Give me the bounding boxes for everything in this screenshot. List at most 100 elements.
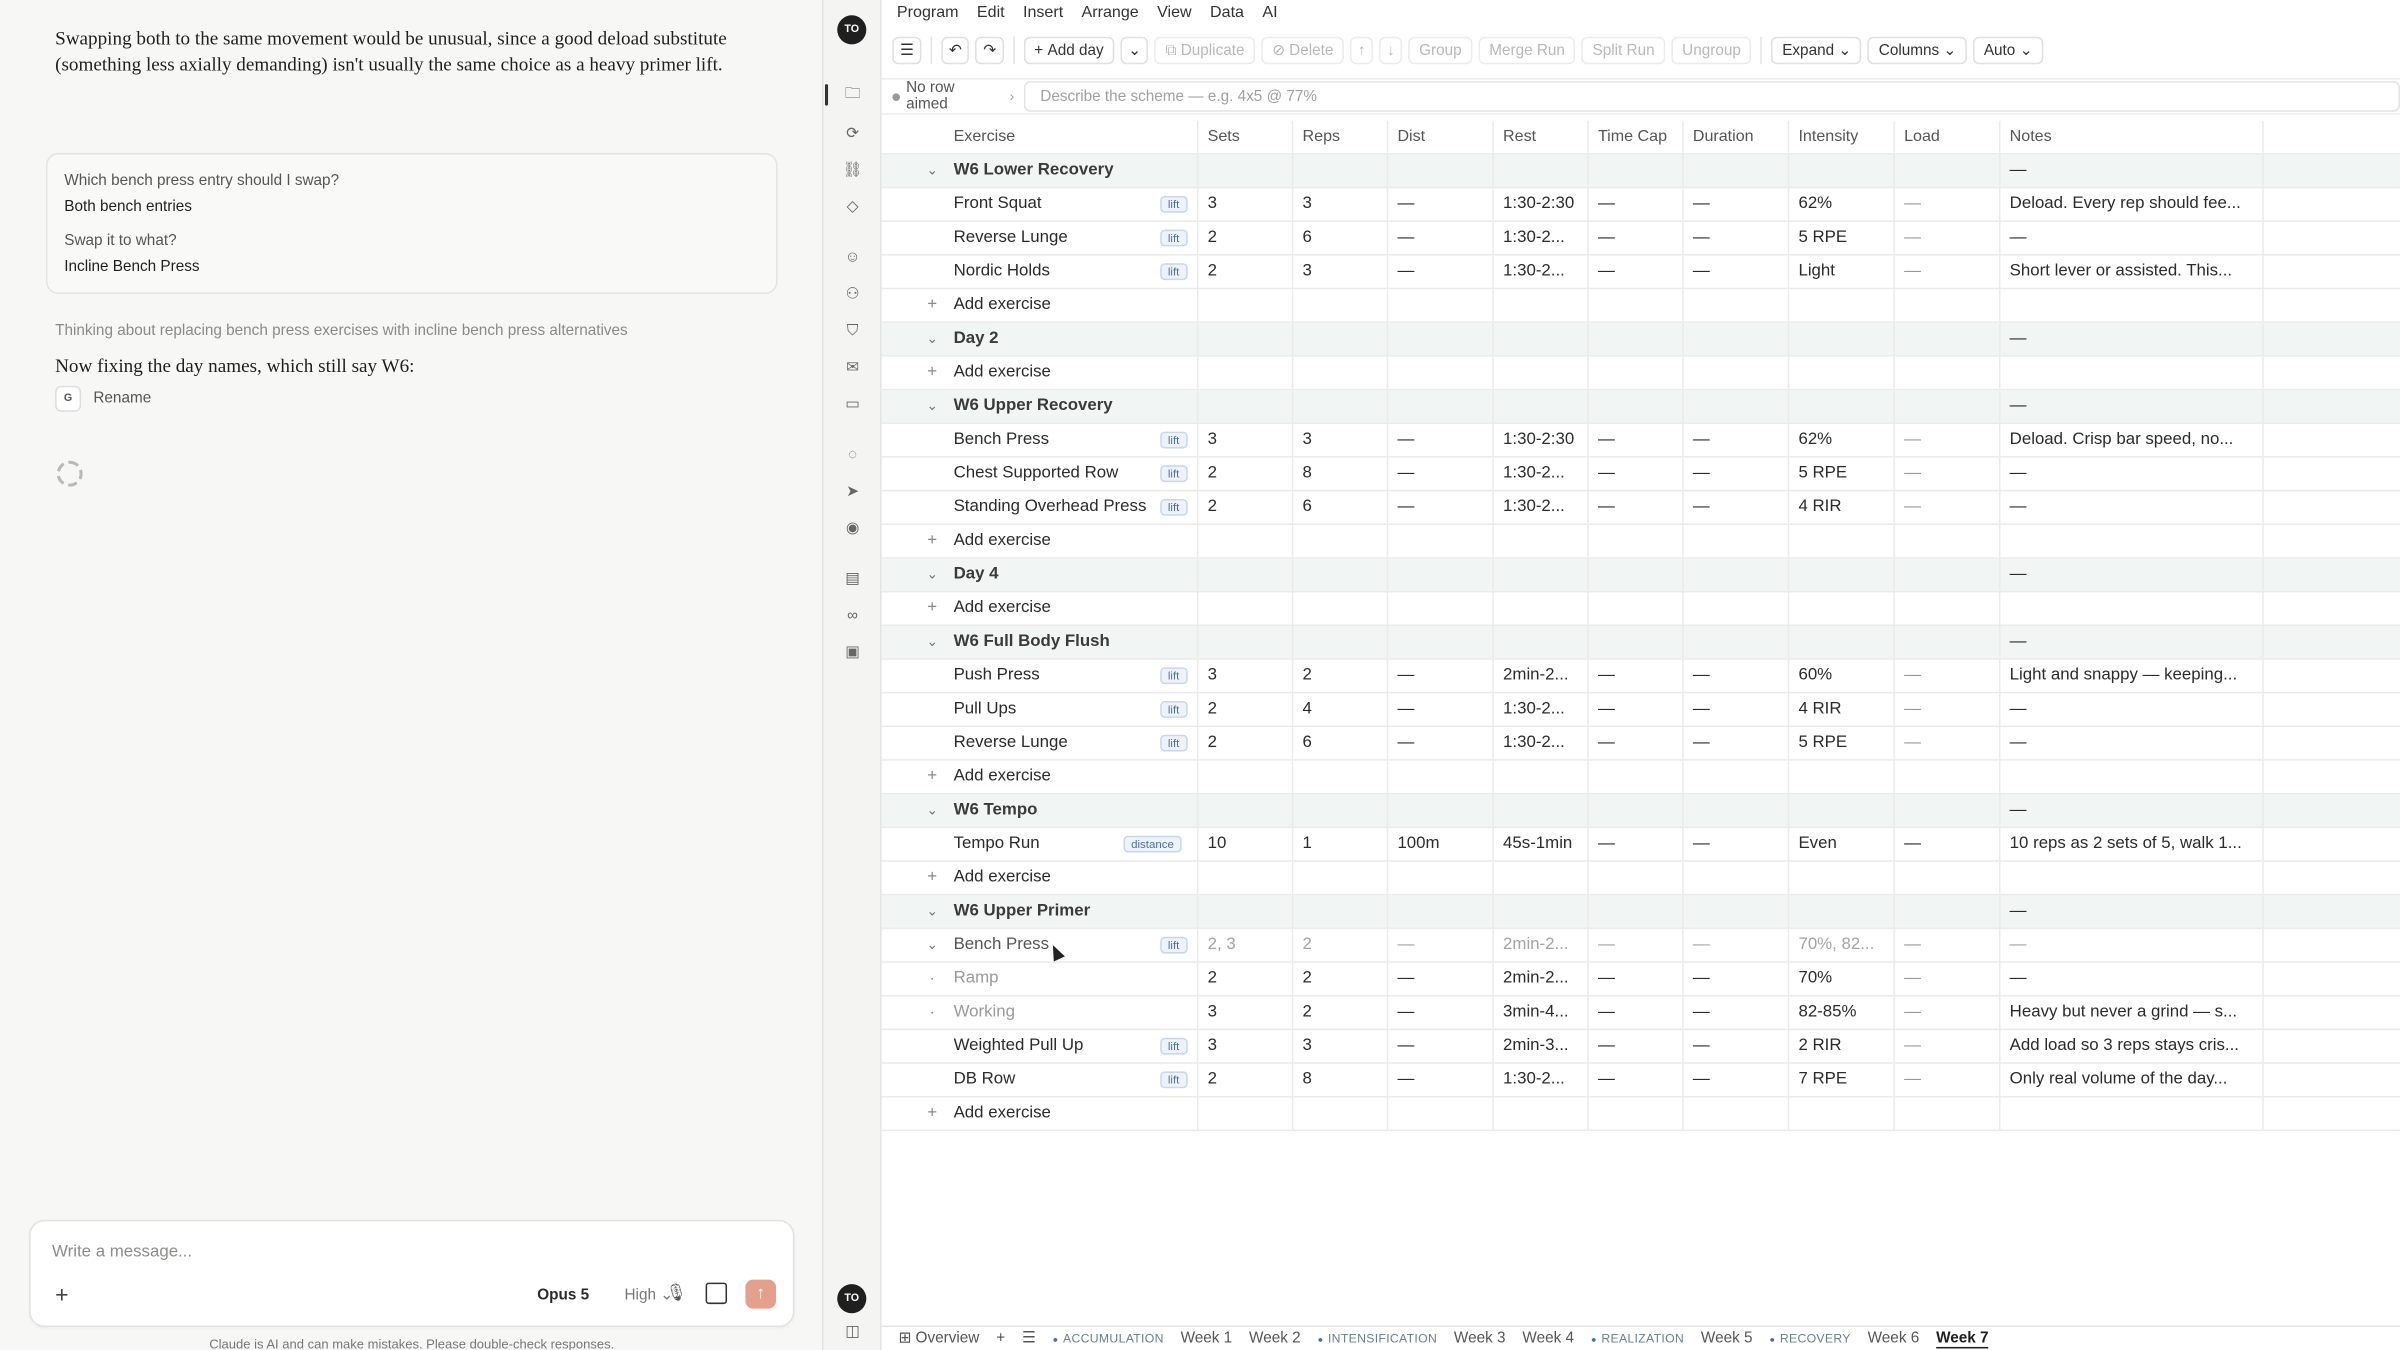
day-name[interactable]: W6 Full Body Flush (954, 632, 1110, 650)
tab-list-icon[interactable]: ☰ (1022, 1330, 1036, 1347)
add-exercise-row[interactable]: + Add exercise (881, 592, 2400, 627)
empty-cell[interactable] (1386, 390, 1494, 423)
empty-cell[interactable] (1682, 861, 1789, 894)
empty-cell[interactable] (1291, 895, 1388, 928)
day-row[interactable]: ⌄ Day 4 — (881, 558, 2400, 593)
rest-cell[interactable]: 2min-2... (1492, 659, 1588, 692)
notes-cell[interactable]: Add load so 3 reps stays cris... (1998, 1030, 2264, 1063)
reps-cell[interactable]: 2 (1291, 996, 1388, 1029)
reps-cell[interactable]: 8 (1291, 457, 1388, 490)
exercise-name[interactable]: Front Squat (954, 194, 1042, 212)
dist-cell[interactable]: — (1386, 491, 1494, 524)
menu-arrange[interactable]: Arrange (1082, 2, 1139, 20)
load-cell[interactable]: — (1893, 996, 2000, 1029)
empty-cell[interactable] (1682, 154, 1789, 187)
empty-cell[interactable] (1893, 524, 2000, 558)
column-header-rest[interactable]: Rest (1492, 120, 1588, 154)
empty-cell[interactable] (1196, 390, 1293, 423)
empty-cell[interactable] (1787, 794, 1895, 827)
plus-icon[interactable]: + (882, 289, 952, 321)
rest-cell[interactable]: 2min-2... (1492, 962, 1588, 995)
empty-cell[interactable] (1196, 558, 1293, 591)
dist-cell[interactable]: — (1386, 693, 1494, 726)
day-name[interactable]: W6 Upper Primer (954, 902, 1091, 920)
empty-cell[interactable] (1893, 322, 2000, 356)
exercise-row[interactable]: Front Squat lift 3 3—1:30-2:30— —62% — Deload.… (881, 188, 2400, 222)
empty-cell[interactable] (1492, 154, 1588, 187)
day-row[interactable]: ⌄ W6 Upper Recovery — (881, 390, 2400, 424)
notes-cell[interactable]: — (1998, 558, 2264, 591)
empty-cell[interactable] (1291, 861, 1388, 894)
notes-cell[interactable]: — (1998, 895, 2264, 928)
merge-run-button[interactable]: Merge Run (1478, 36, 1576, 65)
reps-cell[interactable]: 8 (1291, 1063, 1388, 1096)
add-attachment-icon[interactable]: + (55, 1283, 68, 1309)
empty-cell[interactable] (1787, 558, 1895, 591)
empty-cell[interactable] (1587, 390, 1683, 423)
empty-cell[interactable] (1682, 289, 1789, 322)
empty-cell[interactable] (1492, 1097, 1588, 1130)
exercise-cell[interactable]: Day 4 (952, 559, 1198, 591)
intensity-cell[interactable]: 82-85% (1787, 996, 1895, 1029)
dist-cell[interactable]: — (1386, 457, 1494, 490)
sets-cell[interactable]: 3 (1196, 659, 1293, 692)
exercise-name[interactable]: Pull Ups (954, 699, 1017, 717)
time-cap-cell[interactable]: — (1587, 1030, 1683, 1063)
notes-cell[interactable]: Heavy but never a grind — s... (1998, 996, 2264, 1029)
empty-cell[interactable] (1291, 356, 1388, 389)
exercise-name[interactable]: Working (954, 1003, 1015, 1021)
intensity-cell[interactable]: 7 RPE (1787, 1063, 1895, 1096)
exercise-name[interactable]: Reverse Lunge (954, 228, 1068, 246)
reps-cell[interactable]: 6 (1291, 491, 1388, 524)
card-icon[interactable]: ▭ (837, 390, 868, 418)
exercise-cell[interactable]: Add exercise (952, 862, 1198, 894)
exercise-row[interactable]: Tempo Run distance 10 1 100m 45s-1min — — Even —1… (881, 828, 2400, 862)
column-header-exercise[interactable]: Exercise (952, 121, 1198, 153)
reps-cell[interactable]: 1 (1291, 828, 1388, 861)
notes-cell[interactable] (1998, 356, 2264, 389)
load-cell[interactable]: — (1893, 929, 2000, 962)
duration-cell[interactable]: — (1682, 659, 1789, 692)
day-name[interactable]: Day 2 (954, 329, 999, 347)
send-button[interactable]: ↑ (745, 1279, 777, 1309)
empty-cell[interactable] (1893, 794, 2000, 827)
sub-row[interactable]: · Working 3 2—3min-4... — —82-85% — Heavy but n… (881, 996, 2400, 1031)
undo-icon[interactable]: ↶ (941, 36, 970, 65)
empty-cell[interactable] (1682, 794, 1789, 827)
split-run-button[interactable]: Split Run (1581, 36, 1666, 65)
ticket-icon[interactable]: ▣ (837, 638, 868, 666)
time-cap-cell[interactable]: — (1587, 255, 1683, 288)
empty-cell[interactable] (1682, 524, 1789, 558)
empty-cell[interactable] (1196, 1097, 1293, 1130)
dist-cell[interactable]: — (1386, 255, 1494, 288)
sets-cell[interactable]: 10 (1196, 828, 1293, 861)
empty-cell[interactable] (1386, 861, 1494, 894)
empty-cell[interactable] (1682, 626, 1789, 659)
ungroup-button[interactable]: Ungroup (1671, 36, 1752, 65)
reps-cell[interactable]: 4 (1291, 693, 1388, 726)
empty-cell[interactable] (1196, 154, 1293, 187)
dist-cell[interactable]: — (1386, 929, 1494, 962)
empty-cell[interactable] (1682, 1097, 1789, 1130)
exercise-row[interactable]: DB Row lift 2 8—1:30-2... — —7 RPE — Only real … (881, 1063, 2400, 1098)
exercise-name[interactable]: Weighted Pull Up (954, 1036, 1084, 1054)
empty-cell[interactable] (1492, 760, 1588, 793)
notes-cell[interactable]: Light and snappy — keeping... (1998, 659, 2264, 692)
exercise-row[interactable]: Push Press lift 3 2—2min-2... — —60% — Light an… (881, 659, 2400, 694)
add-exercise-label[interactable]: Add exercise (954, 767, 1051, 785)
empty-cell[interactable] (1492, 895, 1588, 928)
empty-cell[interactable] (1196, 356, 1293, 389)
tool-call[interactable]: G Rename (55, 385, 151, 412)
empty-cell[interactable] (1682, 558, 1789, 591)
notes-cell[interactable] (1998, 861, 2264, 894)
reps-cell[interactable]: 3 (1291, 188, 1388, 221)
chevron-down-icon[interactable]: ⌄ (882, 559, 952, 591)
sidebar-toggle-icon[interactable]: ◫ (837, 1318, 868, 1346)
group-button[interactable]: Group (1408, 36, 1473, 65)
time-cap-cell[interactable]: — (1587, 1063, 1683, 1096)
column-header-sets[interactable]: Sets (1196, 120, 1293, 154)
plus-icon[interactable]: + (882, 862, 952, 894)
sets-cell[interactable]: 2 (1196, 491, 1293, 524)
avatar[interactable]: TO (837, 15, 867, 45)
dist-cell[interactable]: — (1386, 1063, 1494, 1096)
